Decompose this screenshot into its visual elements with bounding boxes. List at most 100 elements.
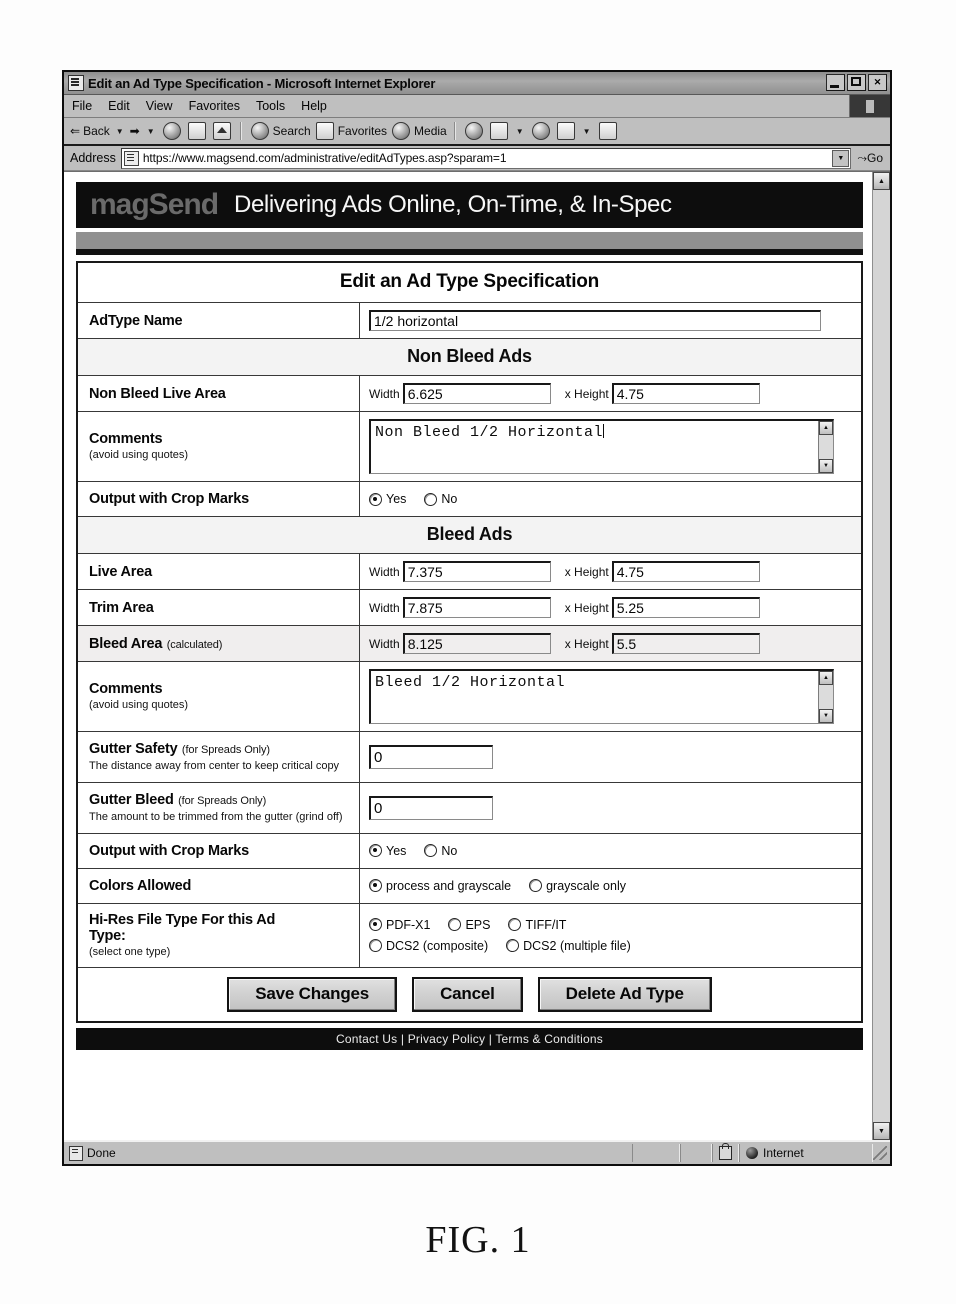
hires-pdfx1-radio[interactable] [369, 918, 382, 932]
mail-icon[interactable] [489, 122, 508, 140]
gutter-bleed-input[interactable]: 0 [369, 795, 493, 820]
history-icon[interactable] [464, 122, 483, 140]
colors-grayscale-only-option[interactable]: grayscale only [529, 879, 626, 893]
scroll-up-icon[interactable]: ▲ [819, 421, 833, 435]
menu-file[interactable]: File [72, 99, 92, 113]
forward-button[interactable]: ➡ [130, 124, 141, 138]
non-bleed-comments-scrollbar[interactable]: ▲ ▼ [818, 421, 833, 473]
stop-icon[interactable] [162, 122, 181, 140]
edit-chevron-down-icon[interactable]: ▼ [583, 127, 591, 136]
media-button[interactable]: Media [390, 122, 447, 140]
window-title-bar: Edit an Ad Type Specification - Microsof… [64, 72, 890, 95]
menu-favorites[interactable]: Favorites [189, 99, 240, 113]
refresh-icon[interactable] [187, 122, 206, 140]
trim-area-width-input[interactable]: 7.875 [402, 597, 551, 618]
bleed-comments-scrollbar[interactable]: ▲ ▼ [818, 671, 833, 723]
menu-tools[interactable]: Tools [256, 99, 285, 113]
live-area-height-input[interactable]: 4.75 [611, 561, 760, 582]
menu-edit[interactable]: Edit [108, 99, 130, 113]
crop-marks-2-no-label: No [441, 843, 458, 858]
non-bleed-comments-textarea[interactable]: Non Bleed 1/2 Horizontal ▲ ▼ [369, 419, 834, 474]
gutter-safety-input[interactable]: 0 [369, 744, 493, 769]
status-security-segment [712, 1143, 739, 1162]
cancel-button[interactable]: Cancel [412, 977, 523, 1013]
browser-toolbar: ⇐ Back ▼ ➡ ▼ Search Favorites Media ▼ ▼ [64, 118, 890, 146]
hires-dcs2-composite-option[interactable]: DCS2 (composite) [369, 939, 488, 953]
bleed-area-label-cell: Bleed Area (calculated) [76, 625, 360, 662]
crop-marks-1-yes-radio[interactable] [369, 492, 382, 506]
gutter-bleed-row: Gutter Bleed (for Spreads Only) The amou… [76, 781, 863, 834]
non-bleed-section-row: Non Bleed Ads [76, 338, 863, 376]
address-chevron-down-icon[interactable]: ▼ [832, 149, 850, 167]
crop-marks-1-yes-option[interactable]: Yes [369, 492, 406, 506]
non-bleed-height-input[interactable]: 4.75 [611, 383, 760, 404]
print-icon[interactable] [531, 122, 550, 140]
hires-dcs2-multiple-radio[interactable] [506, 939, 520, 953]
live-area-width-input[interactable]: 7.375 [402, 561, 551, 582]
colors-allowed-field-cell: process and grayscale grayscale only [359, 867, 863, 904]
delete-ad-type-button[interactable]: Delete Ad Type [537, 977, 712, 1013]
non-bleed-width-input[interactable]: 6.625 [402, 383, 551, 404]
crop-marks-1-no-radio[interactable] [424, 492, 438, 506]
footer-links[interactable]: Contact Us | Privacy Policy | Terms & Co… [336, 1032, 603, 1046]
crop-marks-2-no-radio[interactable] [424, 844, 438, 857]
non-bleed-crop-marks-label-cell: Output with Crop Marks [76, 481, 360, 517]
resize-grip-icon[interactable] [873, 1146, 887, 1160]
crop-marks-1-no-option[interactable]: No [424, 492, 457, 506]
trim-area-height-input[interactable]: 5.25 [611, 597, 760, 618]
scroll-up-icon[interactable]: ▲ [873, 172, 890, 190]
scroll-up-icon[interactable]: ▲ [819, 671, 833, 685]
go-button[interactable]: ⤳ Go [857, 151, 883, 166]
forward-chevron-down-icon[interactable]: ▼ [147, 127, 155, 136]
favorites-label: Favorites [337, 124, 388, 138]
hires-tiffit-option[interactable]: TIFF/IT [508, 918, 566, 932]
crop-marks-1-yes-label: Yes [386, 492, 407, 506]
status-bar: Done Internet [64, 1140, 890, 1164]
non-bleed-crop-marks-field-cell: Yes No [359, 481, 863, 517]
menu-view[interactable]: View [146, 99, 173, 113]
crop-marks-2-yes-radio[interactable] [369, 844, 382, 857]
crop-marks-2-yes-option[interactable]: Yes [369, 844, 406, 858]
hires-dcs2-multiple-option[interactable]: DCS2 (multiple file) [506, 939, 631, 953]
scroll-down-icon[interactable]: ▼ [819, 709, 833, 723]
live-area-row: Live Area Width 7.375 x Height 4.75 [76, 553, 863, 590]
hires-tiffit-radio[interactable] [508, 918, 522, 932]
home-icon[interactable] [212, 122, 231, 140]
crop-marks-2-no-option[interactable]: No [424, 844, 457, 858]
save-changes-button[interactable]: Save Changes [227, 977, 398, 1013]
maximize-button[interactable] [847, 74, 866, 91]
page-title-row: Edit an Ad Type Specification [76, 261, 863, 303]
forward-arrow-icon: ➡ [129, 124, 140, 138]
favorites-button[interactable]: Favorites [314, 122, 387, 140]
hires-dcs2-composite-radio[interactable] [369, 939, 382, 953]
menu-help[interactable]: Help [301, 99, 327, 113]
back-button[interactable]: ⇐ Back [70, 124, 110, 138]
colors-grayscale-only-radio[interactable] [529, 879, 543, 892]
edit-icon[interactable] [556, 122, 575, 140]
non-bleed-comments-text: Non Bleed 1/2 Horizontal [371, 421, 818, 473]
search-button[interactable]: Search [249, 122, 311, 140]
adtype-name-input[interactable]: 1/2 horizontal [369, 310, 821, 331]
scroll-down-icon[interactable]: ▼ [819, 459, 833, 473]
mail-chevron-down-icon[interactable]: ▼ [516, 127, 524, 136]
bleed-area-width-input: 8.125 [402, 633, 551, 654]
page-vertical-scrollbar[interactable]: ▲ ▼ [872, 172, 890, 1140]
trim-area-field-cell: Width 7.875 x Height 5.25 [359, 589, 863, 626]
discuss-icon[interactable] [598, 122, 617, 140]
bleed-comments-field-cell: Bleed 1/2 Horizontal ▲ ▼ [359, 661, 863, 732]
minimize-button[interactable] [826, 74, 845, 91]
address-input[interactable]: https://www.magsend.com/administrative/e… [120, 147, 852, 169]
close-button[interactable]: ✕ [868, 74, 887, 91]
hires-pdfx1-option[interactable]: PDF-X1 [369, 918, 430, 932]
lock-icon [719, 1143, 732, 1160]
colors-process-grayscale-radio[interactable] [369, 879, 382, 892]
trim-area-label-cell: Trim Area [76, 589, 360, 626]
hires-eps-option[interactable]: EPS [448, 918, 490, 932]
bleed-comments-textarea[interactable]: Bleed 1/2 Horizontal ▲ ▼ [369, 669, 834, 724]
scroll-down-icon[interactable]: ▼ [873, 1122, 890, 1140]
hires-file-type-label-cell: Hi-Res File Type For this Ad Type: (sele… [76, 902, 360, 969]
hires-eps-radio[interactable] [448, 918, 462, 932]
search-icon [250, 122, 269, 140]
back-chevron-down-icon[interactable]: ▼ [116, 127, 124, 136]
colors-process-grayscale-option[interactable]: process and grayscale [369, 879, 511, 893]
